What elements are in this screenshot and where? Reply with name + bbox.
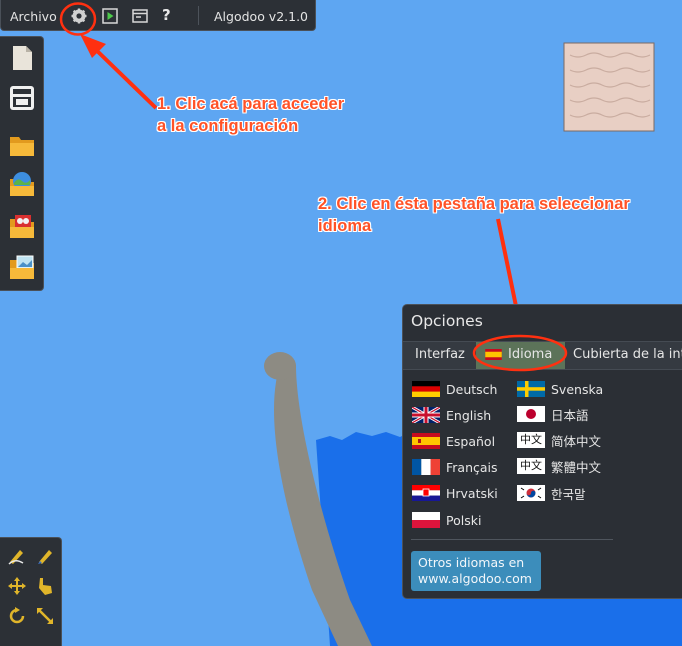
language-label: Svenska xyxy=(551,381,604,397)
more-languages-line-1: Otros idiomas en xyxy=(418,555,525,570)
sketch-icon[interactable] xyxy=(7,546,27,566)
arrow-to-gear xyxy=(80,34,158,110)
language-label: English xyxy=(446,407,492,423)
language-label: 한국말 xyxy=(551,486,586,502)
annotation-step-1-line-2: a la configuración xyxy=(157,117,299,135)
texture-box xyxy=(563,42,655,132)
options-divider xyxy=(411,539,613,540)
scale-icon[interactable] xyxy=(35,606,55,626)
save-icon[interactable] xyxy=(9,85,35,111)
rotate-icon[interactable] xyxy=(7,606,27,626)
poland-flag-icon xyxy=(412,512,440,528)
tool-palette xyxy=(0,537,62,646)
brush-icon[interactable] xyxy=(35,546,55,566)
open-phunlet-folder-icon[interactable] xyxy=(9,213,35,239)
language-label: Deutsch xyxy=(446,381,498,397)
open-scene-folder-icon[interactable] xyxy=(9,171,35,197)
language-hrvatski[interactable]: Hrvatski xyxy=(412,484,498,502)
language-polski[interactable]: Polski xyxy=(412,511,481,529)
archivo-menu[interactable]: Archivo xyxy=(10,9,57,24)
left-toolbar xyxy=(0,36,44,291)
new-scene-icon[interactable] xyxy=(9,45,35,71)
help-icon[interactable]: ? xyxy=(162,6,178,24)
image-folder-icon[interactable] xyxy=(9,254,35,280)
drag-icon[interactable] xyxy=(35,576,55,596)
highlight-ellipse-idioma xyxy=(472,334,568,372)
tab-cubierta[interactable]: Cubierta de la int xyxy=(573,347,682,362)
more-languages-line-2: www.algodoo.com xyxy=(418,571,532,586)
language-label: 简体中文 xyxy=(551,433,602,449)
play-icon[interactable] xyxy=(102,8,118,24)
chinese-badge-icon: 中文 xyxy=(517,458,545,474)
top-toolbar: Archivo ? Algodoo v2.1.0 xyxy=(0,0,316,31)
language-korean[interactable]: 한국말 xyxy=(517,484,586,502)
spain-flag-icon xyxy=(412,433,440,449)
language-svenska[interactable]: Svenska xyxy=(517,380,603,398)
app-version: Algodoo v2.1.0 xyxy=(214,9,309,24)
language-simplified-chinese[interactable]: 中文 简体中文 xyxy=(517,431,601,449)
more-languages-button[interactable]: Otros idiomas en www.algodoo.com xyxy=(411,551,541,591)
annotation-step-1-line-1: 1. Clic acá para acceder xyxy=(157,95,345,113)
annotation-step-1: 1. Clic acá para acceder a la configurac… xyxy=(157,93,344,137)
language-traditional-chinese[interactable]: 中文 繁體中文 xyxy=(517,457,601,475)
chinese-badge-icon: 中文 xyxy=(517,432,545,448)
language-espanol[interactable]: Español xyxy=(412,432,495,450)
move-icon[interactable] xyxy=(7,576,27,596)
language-label: Hrvatski xyxy=(446,485,498,501)
tab-interfaz[interactable]: Interfaz xyxy=(415,347,465,362)
uk-flag-icon xyxy=(412,407,440,423)
sweden-flag-icon xyxy=(517,381,545,397)
annotation-step-2-line-1: 2. Clic en ésta pestaña para seleccionar xyxy=(318,195,630,213)
france-flag-icon xyxy=(412,459,440,475)
language-deutsch[interactable]: Deutsch xyxy=(412,380,497,398)
options-title: Opciones xyxy=(411,312,483,330)
language-label: Français xyxy=(446,459,498,475)
language-japanese[interactable]: 日本語 xyxy=(517,405,589,423)
open-folder-icon[interactable] xyxy=(9,132,35,158)
annotation-step-2: 2. Clic en ésta pestaña para seleccionar… xyxy=(318,193,630,237)
language-francais[interactable]: Français xyxy=(412,458,498,476)
language-english[interactable]: English xyxy=(412,406,491,424)
croatia-flag-icon xyxy=(412,485,440,501)
japan-flag-icon xyxy=(517,406,545,422)
toolbar-divider xyxy=(198,6,199,25)
window-icon[interactable] xyxy=(132,8,148,24)
language-label: Polski xyxy=(446,512,482,528)
germany-flag-icon xyxy=(412,381,440,397)
language-label: 繁體中文 xyxy=(551,459,602,475)
annotation-step-2-line-2: idioma xyxy=(318,217,372,235)
language-label: Español xyxy=(446,433,496,449)
language-label: 日本語 xyxy=(551,407,589,423)
korea-flag-icon xyxy=(517,485,545,501)
